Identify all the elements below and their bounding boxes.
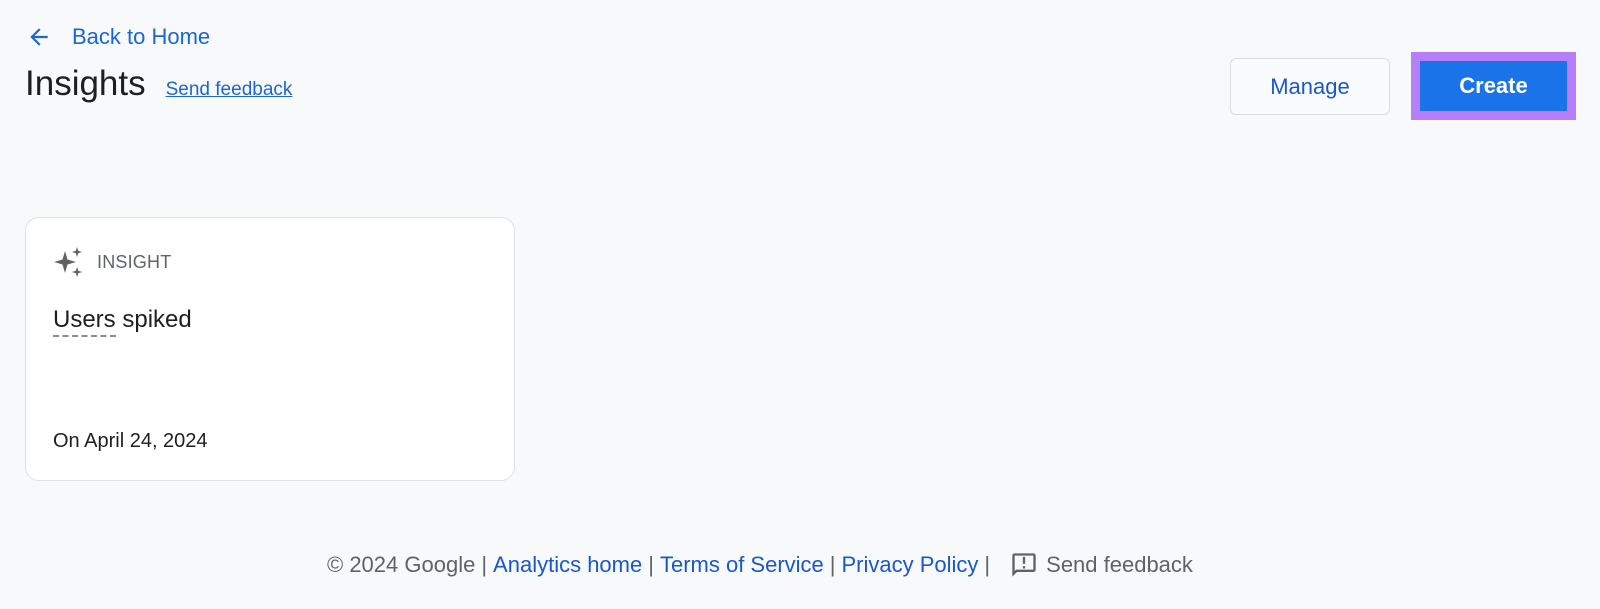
sparkle-icon xyxy=(54,247,82,277)
footer: © 2024 Google | Analytics home | Terms o… xyxy=(327,551,1193,579)
analytics-home-link[interactable]: Analytics home xyxy=(493,552,642,578)
footer-send-feedback-label: Send feedback xyxy=(1046,552,1193,577)
footer-separator: | xyxy=(984,552,991,577)
terms-of-service-link[interactable]: Terms of Service xyxy=(660,552,824,578)
copyright-text: © 2024 Google xyxy=(327,552,476,577)
manage-button[interactable]: Manage xyxy=(1230,58,1390,115)
insight-metric-term[interactable]: Users xyxy=(53,306,116,337)
arrow-left-icon xyxy=(30,28,48,46)
create-button-focus-ring: Create xyxy=(1411,52,1576,120)
insight-title-suffix: spiked xyxy=(115,306,192,333)
insight-card-header: INSIGHT xyxy=(53,246,171,278)
footer-send-feedback[interactable]: Send feedback xyxy=(1010,551,1193,579)
footer-separator: | xyxy=(481,552,488,577)
privacy-policy-link[interactable]: Privacy Policy xyxy=(842,552,979,578)
insight-type-label: INSIGHT xyxy=(97,251,172,272)
footer-separator: | xyxy=(829,552,836,577)
page-title: Insights xyxy=(25,64,146,103)
create-button[interactable]: Create xyxy=(1420,61,1567,111)
back-to-home-label: Back to Home xyxy=(72,24,211,49)
insight-date: On April 24, 2024 xyxy=(53,430,208,452)
feedback-icon xyxy=(1012,553,1036,577)
footer-separator: | xyxy=(648,552,654,577)
title-row: Insights Send feedback xyxy=(25,64,292,104)
insight-card[interactable]: INSIGHT Users spiked On April 24, 2024 xyxy=(25,217,515,481)
send-feedback-link[interactable]: Send feedback xyxy=(166,79,293,101)
back-to-home-link[interactable]: Back to Home xyxy=(26,24,210,50)
insight-title: Users spiked xyxy=(53,306,192,337)
